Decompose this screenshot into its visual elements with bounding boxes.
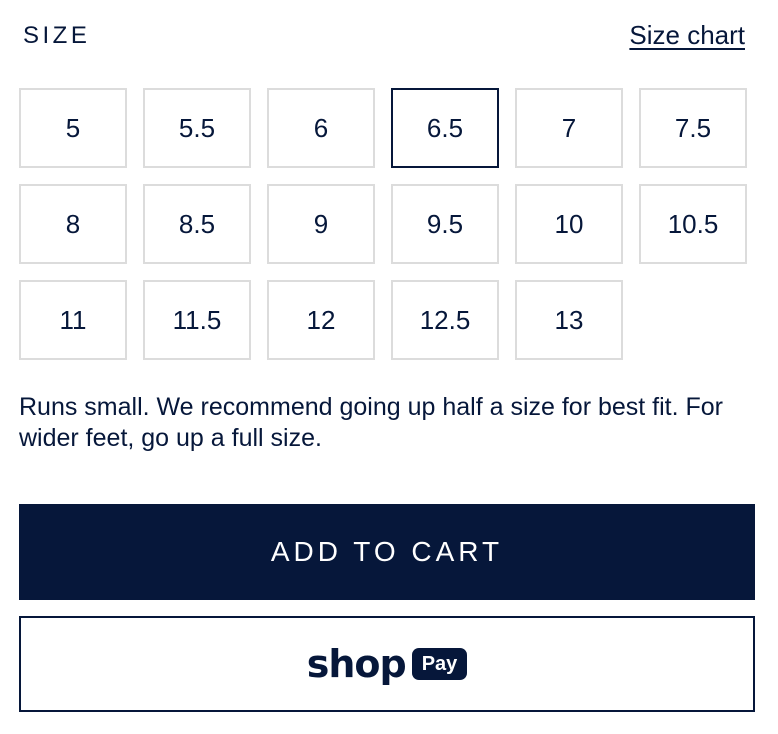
size-option[interactable]: 13 [515,280,623,360]
size-option[interactable]: 10 [515,184,623,264]
size-option[interactable]: 9.5 [391,184,499,264]
size-header: SIZE Size chart [23,18,745,54]
size-option[interactable]: 12.5 [391,280,499,360]
size-option[interactable]: 6 [267,88,375,168]
shop-pay-button[interactable]: shop Pay [19,616,755,712]
size-option[interactable]: 7.5 [639,88,747,168]
size-title: SIZE [23,22,91,49]
size-option-selected[interactable]: 6.5 [391,88,499,168]
shop-pay-logo: shop Pay [307,645,468,683]
shop-pay-pay-badge: Pay [411,648,468,680]
size-option[interactable]: 8 [19,184,127,264]
size-option[interactable]: 8.5 [143,184,251,264]
size-option[interactable]: 10.5 [639,184,747,264]
size-option[interactable]: 12 [267,280,375,360]
fit-note: Runs small. We recommend going up half a… [19,393,724,452]
size-option[interactable]: 11 [19,280,127,360]
add-to-cart-button[interactable]: ADD TO CART [19,504,755,600]
size-option[interactable]: 9 [267,184,375,264]
size-option[interactable]: 5 [19,88,127,168]
size-option[interactable]: 11.5 [143,280,251,360]
size-option[interactable]: 7 [515,88,623,168]
size-grid: 5 5.5 6 6.5 7 7.5 8 8.5 9 9.5 10 10.5 11… [19,88,747,360]
size-option[interactable]: 5.5 [143,88,251,168]
shop-pay-shop-text: shop [306,642,407,686]
size-chart-link[interactable]: Size chart [629,20,745,51]
